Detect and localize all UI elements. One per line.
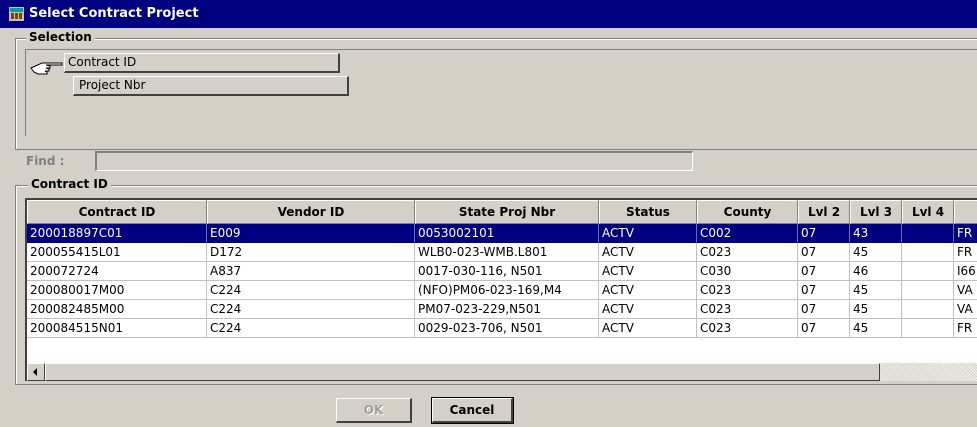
cell-contract-id: 200082485M00 [27, 300, 207, 319]
cell-contract-id: 200018897C01 [27, 224, 207, 243]
cell-vendor-id: A837 [207, 262, 415, 281]
find-label: Find : [26, 154, 65, 168]
cell-vendor-id: C224 [207, 319, 415, 338]
cell-lvl-2: 07 [798, 300, 850, 319]
cell-lvl-4 [902, 243, 954, 262]
title-bar[interactable]: Select Contract Project [0, 0, 977, 28]
column-header-contract-id[interactable]: Contract ID [27, 200, 207, 224]
contract-id-legend: Contract ID [28, 177, 111, 191]
find-input[interactable] [95, 151, 693, 171]
cell-state-proj-nbr: 0017-030-116, N501 [415, 262, 599, 281]
cell-contract-id: 200072724 [27, 262, 207, 281]
column-header-extra[interactable] [954, 200, 977, 224]
horizontal-scrollbar[interactable] [27, 363, 977, 381]
table-row[interactable]: 200082485M00 C224 PM07-023-229,N501 ACTV… [27, 300, 977, 319]
cell-extra: I66 [954, 262, 977, 281]
cell-lvl-4 [902, 281, 954, 300]
table-row[interactable]: 200084515N01 C224 0029-023-706, N501 ACT… [27, 319, 977, 338]
cell-lvl-4 [902, 300, 954, 319]
arrow-left-icon [33, 368, 37, 376]
cell-contract-id: 200080017M00 [27, 281, 207, 300]
cell-extra: VA [954, 281, 977, 300]
cell-state-proj-nbr: 0053002101 [415, 224, 599, 243]
cell-contract-id: 200055415L01 [27, 243, 207, 262]
cell-lvl-4 [902, 319, 954, 338]
table-row[interactable]: 200055415L01 D172 WLB0-023-WMB.L801 ACTV… [27, 243, 977, 262]
cell-vendor-id: D172 [207, 243, 415, 262]
cell-county: C002 [697, 224, 798, 243]
cell-status: ACTV [599, 243, 697, 262]
cell-lvl-3: 45 [850, 243, 902, 262]
cell-status: ACTV [599, 319, 697, 338]
selection-legend: Selection [26, 30, 95, 44]
column-header-county[interactable]: County [697, 200, 798, 224]
column-header-lvl-2[interactable]: Lvl 2 [798, 200, 850, 224]
cell-county: C030 [697, 262, 798, 281]
cell-vendor-id: E009 [207, 224, 415, 243]
cell-lvl-2: 07 [798, 243, 850, 262]
table-row[interactable]: 200080017M00 C224 (NFO)PM06-023-169,M4 A… [27, 281, 977, 300]
cell-county: C023 [697, 319, 798, 338]
ok-button[interactable]: OK [336, 398, 412, 423]
cell-county: C023 [697, 243, 798, 262]
sort-project-nbr-button[interactable]: Project Nbr [73, 76, 349, 96]
cell-lvl-4 [902, 224, 954, 243]
cell-status: ACTV [599, 224, 697, 243]
cell-state-proj-nbr: (NFO)PM06-023-169,M4 [415, 281, 599, 300]
cell-lvl-3: 45 [850, 300, 902, 319]
cell-county: C023 [697, 281, 798, 300]
cell-state-proj-nbr: PM07-023-229,N501 [415, 300, 599, 319]
column-header-vendor-id[interactable]: Vendor ID [207, 200, 415, 224]
cell-lvl-3: 45 [850, 281, 902, 300]
cell-state-proj-nbr: 0029-023-706, N501 [415, 319, 599, 338]
table-row[interactable]: 200072724 A837 0017-030-116, N501 ACTV C… [27, 262, 977, 281]
cell-status: ACTV [599, 262, 697, 281]
scrollbar-thumb[interactable] [45, 363, 880, 381]
cell-lvl-4 [902, 262, 954, 281]
cell-status: ACTV [599, 300, 697, 319]
column-header-lvl-4[interactable]: Lvl 4 [902, 200, 954, 224]
column-header-status[interactable]: Status [599, 200, 697, 224]
sort-contract-id-button[interactable]: Contract ID [64, 53, 340, 73]
table-row[interactable]: 200018897C01 E009 0053002101 ACTV C002 0… [27, 224, 977, 243]
cancel-button[interactable]: Cancel [431, 397, 514, 424]
cell-lvl-3: 43 [850, 224, 902, 243]
contract-grid[interactable]: Contract ID Vendor ID State Proj Nbr Sta… [25, 198, 977, 381]
cell-lvl-2: 07 [798, 319, 850, 338]
cell-contract-id: 200084515N01 [27, 319, 207, 338]
column-header-state-proj-nbr[interactable]: State Proj Nbr [415, 200, 599, 224]
window-title: Select Contract Project [29, 6, 199, 21]
cell-lvl-2: 07 [798, 281, 850, 300]
cell-lvl-2: 07 [798, 224, 850, 243]
column-header-lvl-3[interactable]: Lvl 3 [850, 200, 902, 224]
cell-county: C023 [697, 300, 798, 319]
cell-status: ACTV [599, 281, 697, 300]
cell-lvl-2: 07 [798, 262, 850, 281]
cell-vendor-id: C224 [207, 281, 415, 300]
cell-extra: FR [954, 319, 977, 338]
cell-state-proj-nbr: WLB0-023-WMB.L801 [415, 243, 599, 262]
cell-vendor-id: C224 [207, 300, 415, 319]
cell-lvl-3: 45 [850, 319, 902, 338]
cell-lvl-3: 46 [850, 262, 902, 281]
app-icon [9, 7, 24, 21]
scroll-left-button[interactable] [27, 363, 45, 381]
cell-extra: VA [954, 300, 977, 319]
grid-header-row: Contract ID Vendor ID State Proj Nbr Sta… [27, 200, 977, 224]
cell-extra: FR [954, 243, 977, 262]
cell-extra: FR [954, 224, 977, 243]
pointing-hand-icon [30, 62, 63, 75]
